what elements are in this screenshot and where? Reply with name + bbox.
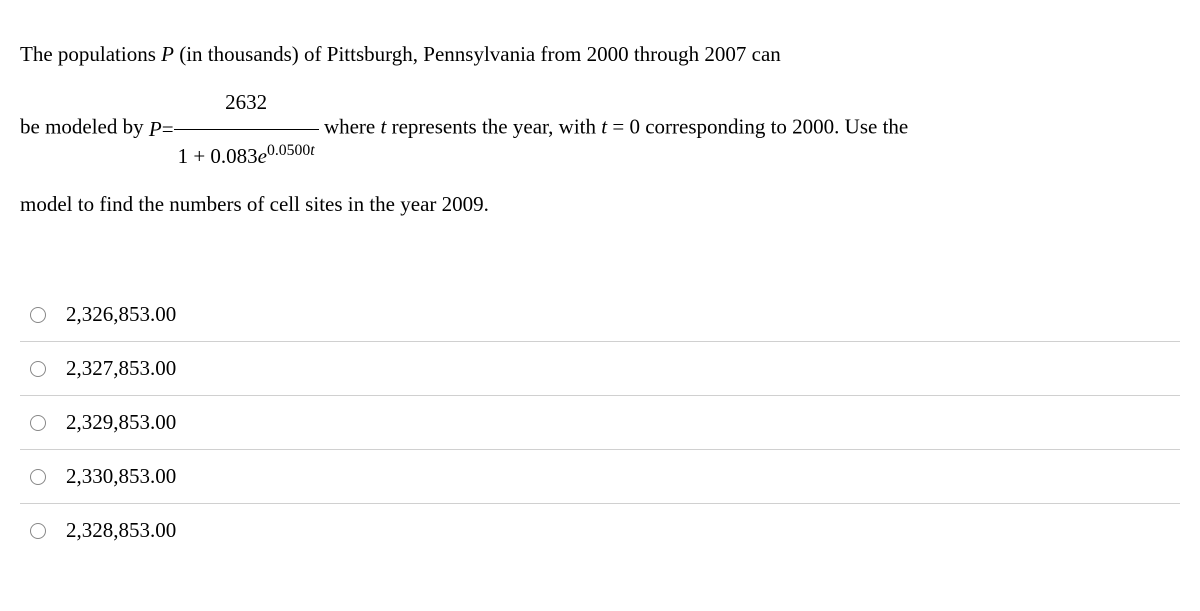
radio-button[interactable] [30, 361, 46, 377]
radio-button[interactable] [30, 307, 46, 323]
question-line1-before: The populations [20, 42, 161, 66]
option-label: 2,329,853.00 [66, 410, 176, 435]
option-row[interactable]: 2,326,853.00 [20, 288, 1180, 342]
question-line2-before: be modeled by [20, 115, 149, 139]
radio-button[interactable] [30, 415, 46, 431]
option-label: 2,328,853.00 [66, 518, 176, 543]
option-label: 2,326,853.00 [66, 302, 176, 327]
den-part-e: e [258, 144, 267, 168]
option-row[interactable]: 2,329,853.00 [20, 396, 1180, 450]
option-row[interactable]: 2,327,853.00 [20, 342, 1180, 396]
formula-fraction: 26321 + 0.083e0.0500t [174, 78, 319, 180]
den-part-a: 1 + 0.083 [178, 144, 258, 168]
question-cond-eq: = 0 [607, 115, 640, 139]
question-after-c: corresponding to 2000. Use the [640, 115, 908, 139]
sup-a: 0.0500 [267, 142, 310, 159]
question-line3: model to find the numbers of cell sites … [20, 192, 489, 216]
sup-t: t [310, 142, 314, 159]
fraction-denominator: 1 + 0.083e0.0500t [174, 130, 319, 180]
options-list: 2,326,853.00 2,327,853.00 2,329,853.00 2… [20, 288, 1180, 557]
question-line1-after: (in thousands) of Pittsburgh, Pennsylvan… [174, 42, 781, 66]
option-label: 2,327,853.00 [66, 356, 176, 381]
fraction-numerator: 2632 [174, 78, 319, 129]
radio-button[interactable] [30, 523, 46, 539]
question-var-p: P [161, 42, 174, 66]
formula-eq: = [162, 105, 174, 153]
option-row[interactable]: 2,328,853.00 [20, 504, 1180, 557]
radio-button[interactable] [30, 469, 46, 485]
formula-lhs-var: P [149, 105, 162, 153]
question-after-a: where [319, 115, 381, 139]
formula: P = 26321 + 0.083e0.0500t [149, 78, 319, 180]
question-after-b: represents the year, with [386, 115, 601, 139]
den-superscript: 0.0500t [267, 142, 315, 159]
option-row[interactable]: 2,330,853.00 [20, 450, 1180, 504]
option-label: 2,330,853.00 [66, 464, 176, 489]
question-text: The populations P (in thousands) of Pitt… [20, 30, 1180, 228]
